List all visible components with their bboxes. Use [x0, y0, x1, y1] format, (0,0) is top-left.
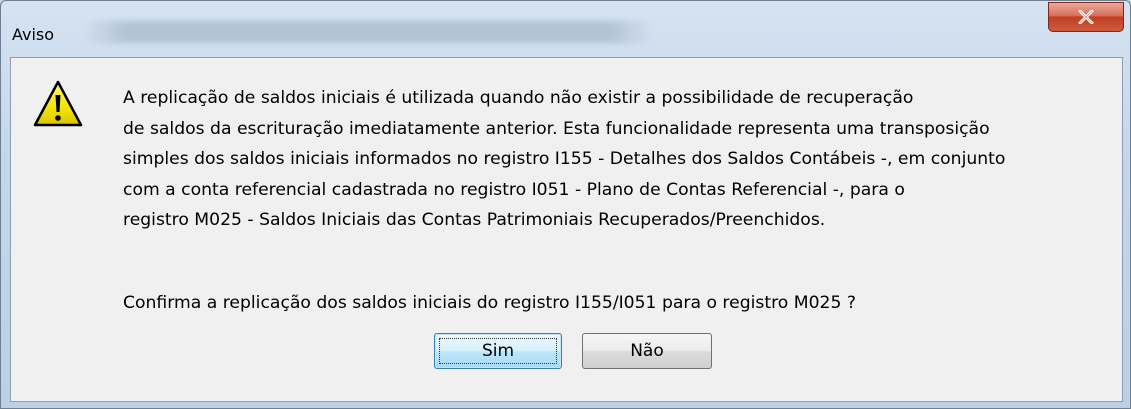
message-line: com a conta referencial cadastrada no re…: [123, 179, 905, 200]
close-button[interactable]: [1048, 2, 1124, 32]
dialog-window: Aviso A replicação de saldos iniciais é …: [0, 0, 1131, 409]
message-text: A replicação de saldos iniciais é utiliz…: [123, 83, 1113, 236]
title-blurred-area: [83, 21, 653, 43]
message-line: registro M025 - Saldos Iniciais das Cont…: [123, 210, 826, 230]
yes-button[interactable]: Sim: [434, 333, 562, 369]
dialog-body: A replicação de saldos iniciais é utiliz…: [10, 57, 1123, 402]
warning-icon: [33, 80, 83, 127]
message-line: simples dos saldos iniciais informados n…: [123, 149, 1006, 169]
title-bar[interactable]: Aviso: [1, 1, 1130, 57]
message-line: de saldos da escrituração imediatamente …: [123, 118, 990, 139]
no-button-label: Não: [630, 341, 664, 361]
yes-button-label: Sim: [481, 341, 515, 361]
close-icon: [1078, 10, 1094, 24]
confirmation-question: Confirma a replicação dos saldos iniciai…: [123, 293, 856, 313]
message-line: A replicação de saldos iniciais é utiliz…: [123, 88, 914, 108]
no-button[interactable]: Não: [582, 333, 712, 369]
window-title: Aviso: [12, 25, 55, 44]
